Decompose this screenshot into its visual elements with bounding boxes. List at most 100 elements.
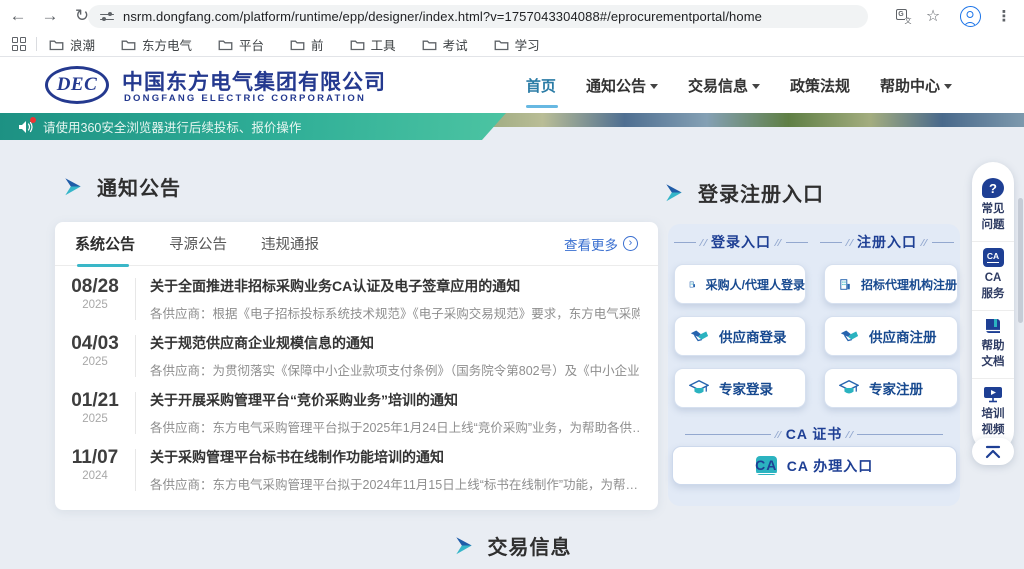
section-arrow-icon <box>663 182 685 204</box>
notice-date: 04/03 2025 <box>65 333 125 368</box>
bookmark-folder-qian[interactable]: 前 <box>290 35 324 54</box>
bookmark-star-icon[interactable]: ☆ <box>920 0 946 32</box>
notice-item[interactable]: 04/03 2025 关于规范供应商企业规模信息的通知 各供应商：为贯彻落实《保… <box>55 323 658 380</box>
bookmark-folder-gongju[interactable]: 工具 <box>350 35 396 54</box>
section-title: 交易信息 <box>488 531 572 560</box>
address-bar[interactable]: nsrm.dongfang.com/platform/runtime/epp/d… <box>88 5 868 28</box>
notice-item[interactable]: 01/21 2025 关于开展采购管理平台“竞价采购业务”培训的通知 各供应商：… <box>55 380 658 437</box>
agency-register-button[interactable]: 招标代理机构注册 <box>824 264 958 304</box>
bookmark-folder-xuexi[interactable]: 学习 <box>494 35 540 54</box>
view-more-link[interactable]: 查看更多 › <box>564 234 638 254</box>
notice-title[interactable]: 关于采购管理平台标书在线制作功能培训的通知 <box>150 447 638 467</box>
avatar-icon <box>960 6 981 27</box>
back-button[interactable]: ← <box>4 2 32 30</box>
notices-section-header: 通知公告 <box>62 172 181 201</box>
chevron-down-icon <box>650 84 658 89</box>
bookmark-folder-kaoshi[interactable]: 考试 <box>422 35 468 54</box>
section-arrow-icon <box>62 176 84 198</box>
translate-icon[interactable]: G 文 <box>890 0 916 32</box>
notice-desc: 各供应商：东方电气采购管理平台拟于2024年11月15日上线“标书在线制作”功能… <box>150 474 638 493</box>
help-docs-item[interactable]: 帮助文档 <box>972 310 1014 378</box>
notice-item[interactable]: 08/28 2025 关于全面推进非招标采购业务CA认证及电子签章应用的通知 各… <box>55 266 658 323</box>
expert-register-button[interactable]: 专家注册 <box>824 368 958 408</box>
section-title: 登录注册入口 <box>698 178 824 207</box>
tab-violation-reports[interactable]: 违规通报 <box>261 222 319 266</box>
bookmarks-bar: 浪潮 东方电气 平台 前 工具 考试 学习 <box>0 32 1024 56</box>
chevron-down-icon <box>752 84 760 89</box>
profile-avatar[interactable] <box>956 0 984 32</box>
browser-menu-icon[interactable]: ⋮ <box>992 0 1016 32</box>
collapse-top-icon <box>984 445 1002 459</box>
apps-grid-icon[interactable] <box>12 37 26 51</box>
divider <box>135 335 136 377</box>
login-group-labels: 登录入口 注册入口 <box>668 232 960 252</box>
nav-notices[interactable]: 通知公告 <box>584 69 660 102</box>
notice-item[interactable]: 11/07 2024 关于采购管理平台标书在线制作功能培训的通知 各供应商：东方… <box>55 437 658 494</box>
notice-desc: 各供应商：根据《电子招标投标系统技术规范》《电子采购交易规范》要求，东方电气采购… <box>150 303 640 322</box>
main-nav: 首页 通知公告 交易信息 政策法规 帮助中心 <box>524 57 954 113</box>
notice-date: 01/21 2025 <box>65 390 125 425</box>
purchaser-login-button[interactable]: 采购人/代理人登录 <box>674 264 806 304</box>
folder-icon <box>290 38 305 51</box>
speaker-icon <box>18 120 34 134</box>
tab-sourcing-notices[interactable]: 寻源公告 <box>169 222 227 266</box>
register-group: 注册入口 <box>814 232 960 252</box>
site-header: DEC 中国东方电气集团有限公司 DONGFANG ELECTRIC CORPO… <box>0 57 1024 113</box>
notice-date: 08/28 2025 <box>65 276 125 311</box>
expert-login-button[interactable]: 专家登录 <box>674 368 806 408</box>
nav-trade-info[interactable]: 交易信息 <box>686 69 762 102</box>
graduation-cap-icon <box>689 379 709 397</box>
notice-title[interactable]: 关于规范供应商企业规模信息的通知 <box>150 333 640 353</box>
building-icon <box>839 275 851 294</box>
notice-title[interactable]: 关于全面推进非招标采购业务CA认证及电子签章应用的通知 <box>150 276 640 296</box>
back-to-top-button[interactable] <box>972 438 1014 465</box>
building-icon <box>689 275 696 294</box>
notice-desc: 各供应商：为贯彻落实《保障中小企业款项支付条例》（国务院令第802号）及《中小企… <box>150 360 640 379</box>
training-videos-item[interactable]: 培训视频 <box>972 378 1014 446</box>
divider <box>135 449 136 491</box>
login-group: 登录入口 <box>668 232 814 252</box>
nav-home[interactable]: 首页 <box>524 69 558 102</box>
ca-divider: CA 证书 <box>668 424 960 444</box>
folder-icon <box>121 38 136 51</box>
handshake-icon <box>839 327 859 345</box>
divider <box>36 37 37 51</box>
folder-icon <box>49 38 64 51</box>
bookmark-folder-pingtai[interactable]: 平台 <box>218 35 264 54</box>
notices-card: 系统公告 寻源公告 违规通报 查看更多 › 08/28 2025 关于全面推进非… <box>55 222 658 510</box>
floating-toolbar: ? 常见问题 CA CA服务 帮助文档 培训视频 <box>972 162 1014 452</box>
divider <box>135 392 136 434</box>
page-scrollbar[interactable] <box>1018 198 1023 323</box>
bookmark-folder-langchao[interactable]: 浪潮 <box>49 35 95 54</box>
site-settings-icon[interactable] <box>100 11 114 23</box>
folder-icon <box>494 38 509 51</box>
ribbon-text: 请使用360安全浏览器进行后续投标、报价操作 <box>43 117 301 136</box>
ca-service-item[interactable]: CA CA服务 <box>972 241 1014 310</box>
notification-dot <box>30 117 36 123</box>
notice-title[interactable]: 关于开展采购管理平台“竞价采购业务”培训的通知 <box>150 390 640 410</box>
video-icon <box>983 385 1003 403</box>
question-icon: ? <box>982 178 1004 198</box>
supplier-register-button[interactable]: 供应商注册 <box>824 316 958 356</box>
handshake-icon <box>689 327 709 345</box>
folder-icon <box>422 38 437 51</box>
nav-policies[interactable]: 政策法规 <box>788 69 852 102</box>
ca-apply-button[interactable]: CA CA 办理入口 <box>672 446 957 485</box>
folder-icon <box>218 38 233 51</box>
bookmark-folder-dongfang[interactable]: 东方电气 <box>121 35 192 54</box>
tab-system-notices[interactable]: 系统公告 <box>75 222 135 266</box>
section-arrow-icon <box>453 535 475 557</box>
dec-logo[interactable]: DEC <box>45 66 109 104</box>
browser-chrome: ← → ↻ nsrm.dongfang.com/platform/runtime… <box>0 0 1024 57</box>
notice-desc: 各供应商：东方电气采购管理平台拟于2025年1月24日上线“竞价采购”业务，为帮… <box>150 417 640 436</box>
book-icon <box>983 317 1003 335</box>
url-text[interactable]: nsrm.dongfang.com/platform/runtime/epp/d… <box>123 9 762 24</box>
faq-item[interactable]: ? 常见问题 <box>972 172 1014 241</box>
arrow-right-circle-icon: › <box>623 236 638 251</box>
forward-button[interactable]: → <box>36 2 64 30</box>
url-row: ← → ↻ nsrm.dongfang.com/platform/runtime… <box>0 0 1024 32</box>
divider <box>135 278 136 320</box>
graduation-cap-icon <box>839 379 859 397</box>
supplier-login-button[interactable]: 供应商登录 <box>674 316 806 356</box>
nav-help-center[interactable]: 帮助中心 <box>878 69 954 102</box>
